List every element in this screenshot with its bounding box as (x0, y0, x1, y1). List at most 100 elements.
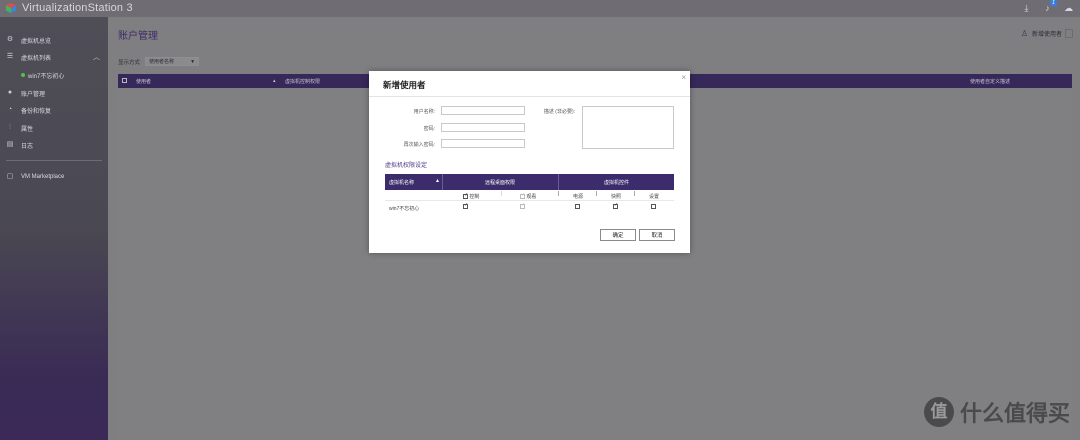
more-icon[interactable] (1065, 29, 1073, 38)
add-user-label: 新增使用者 (1031, 32, 1062, 38)
power-checkbox[interactable] (575, 204, 580, 210)
sub-header-settings: 设置 (649, 194, 660, 200)
permissions-table: 虚拟机名称 ▴ 远程桌面权限 虚拟机控件 控制 | 观看 | 电源 | 快照 |… (385, 174, 674, 213)
user-icon: ● (7, 89, 13, 96)
sidebar-item-vm-list[interactable]: ☰ 虚拟机列表 ︿ (0, 50, 108, 64)
username-label: 用户名称: (413, 109, 435, 115)
cloud-icon[interactable]: ☁ (1063, 3, 1074, 14)
vm-name-cell: win7不忘初心 (389, 206, 420, 212)
view-checkbox[interactable] (520, 202, 525, 210)
market-icon: ▢ (6, 173, 14, 180)
power-cell (575, 204, 580, 210)
grid-icon: ⚙ (6, 36, 14, 43)
column-permissions[interactable]: 虚拟机控制权限 (285, 78, 320, 85)
page-title: 账户管理 (118, 31, 158, 42)
column-remote-desktop: 远程桌面权限 (485, 180, 516, 186)
sidebar-item-label: 虚拟机列表 (21, 55, 52, 62)
vm-permissions-title: 虚拟机权限设定 (385, 163, 428, 169)
sub-header-view: 观看 (520, 192, 536, 200)
sidebar-item-label: VM Marketplace (21, 174, 65, 180)
watermark: 值 什么值得买 (923, 396, 1070, 428)
watermark-badge: 值 (923, 397, 954, 427)
sub-header-control: 控制 (463, 192, 479, 200)
sort-icon[interactable]: ▴ (436, 177, 439, 184)
sub-header-snapshot: 快照 (611, 194, 622, 200)
divider: | (596, 191, 598, 197)
select-all-checkbox[interactable] (122, 78, 127, 83)
column-user[interactable]: 使用者 (136, 78, 151, 85)
sidebar-divider (6, 160, 102, 161)
sidebar-item-marketplace[interactable]: ▢ VM Marketplace (0, 170, 108, 184)
username-input[interactable] (441, 106, 525, 115)
snapshot-cell (613, 202, 618, 210)
confirm-password-input[interactable] (441, 139, 525, 148)
status-dot-icon (21, 73, 25, 77)
sub-header-power: 电源 (573, 194, 584, 200)
sidebar-item-backup[interactable]: ◔ 备份和恢复 (0, 103, 108, 117)
display-mode-select[interactable]: 使用者名称 ▼ (145, 57, 200, 66)
cancel-button[interactable]: 取消 (639, 229, 675, 241)
ok-button[interactable]: 确定 (600, 229, 636, 241)
app-logo-icon (6, 3, 16, 13)
settings-cell (651, 204, 656, 210)
dialog-title: 新增使用者 (383, 80, 426, 90)
list-icon: ☰ (6, 53, 14, 60)
download-icon[interactable]: ⤓ (1021, 3, 1032, 14)
top-bar: VirtualizationStation 3 ⤓ ♪ 1 ☁ (0, 0, 1080, 17)
sidebar-item-properties[interactable]: ⫶ 属性 (0, 121, 108, 135)
log-icon: ▤ (6, 141, 14, 148)
add-user-dialog: 新增使用者 × 用户名称: 密码: 再次输入密码: 描述 (非必要): 虚拟机权… (369, 71, 690, 253)
password-label: 密码: (423, 126, 435, 132)
sidebar-item-label: 虚拟机总览 (21, 38, 52, 45)
header-divider (558, 174, 559, 190)
control-cell (463, 202, 468, 210)
control-checkbox[interactable] (463, 202, 468, 210)
sidebar-item-logs[interactable]: ▤ 日志 (0, 138, 108, 152)
permissions-header: 虚拟机名称 ▴ 远程桌面权限 虚拟机控件 (385, 174, 674, 190)
display-mode: 显示方式 使用者名称 ▼ (118, 57, 200, 66)
sidebar: ⚙ 虚拟机总览 ☰ 虚拟机列表 ︿ win7不忘初心 ● 账户管理 ◔ 备份和恢… (0, 17, 108, 440)
watermark-text: 什么值得买 (959, 401, 1070, 426)
backup-icon: ◔ (7, 106, 13, 113)
sidebar-item-label: win7不忘初心 (28, 73, 65, 80)
password-input[interactable] (441, 123, 525, 132)
column-vm-name[interactable]: 虚拟机名称 (389, 179, 414, 186)
caret-down-icon: ▼ (190, 58, 196, 65)
settings-checkbox[interactable] (651, 204, 656, 210)
column-description[interactable]: 使用者自定义描述 (970, 78, 1010, 85)
column-vm-control: 虚拟机控件 (604, 180, 630, 186)
description-textarea[interactable] (582, 106, 674, 149)
divider: | (634, 191, 636, 197)
top-icons: ⤓ ♪ 1 ☁ (1021, 0, 1074, 14)
sort-icon[interactable]: ▴ (273, 78, 276, 84)
sidebar-item-label: 账户管理 (21, 91, 46, 98)
dialog-divider (369, 96, 690, 97)
app-title: VirtualizationStation 3 (22, 2, 133, 14)
add-user-button[interactable]: ♙ 新增使用者 (1020, 29, 1073, 38)
divider: | (501, 191, 503, 197)
view-all-checkbox[interactable] (520, 192, 525, 200)
bell-icon[interactable]: ♪ 1 (1042, 0, 1057, 14)
view-cell (520, 202, 525, 210)
display-mode-label: 显示方式 (118, 59, 141, 66)
chevron-up-icon[interactable]: ︿ (93, 52, 100, 62)
permissions-subheader: 控制 | 观看 | 电源 | 快照 | 设置 (385, 190, 674, 201)
control-all-checkbox[interactable] (463, 192, 468, 200)
close-icon[interactable]: × (681, 73, 686, 82)
add-user-icon: ♙ (1020, 29, 1028, 38)
confirm-password-label: 再次输入密码: (403, 142, 435, 148)
notification-badge: 1 (1050, 0, 1057, 6)
sidebar-item-accounts[interactable]: ● 账户管理 (0, 86, 108, 100)
sidebar-item-label: 属性 (21, 126, 34, 133)
sidebar-item-overview[interactable]: ⚙ 虚拟机总览 (0, 33, 108, 47)
divider: | (558, 191, 560, 197)
sliders-icon: ⫶ (9, 124, 11, 131)
sidebar-item-win7[interactable]: win7不忘初心 (0, 68, 108, 82)
table-row: win7不忘初心 (385, 201, 674, 213)
sidebar-item-label: 备份和恢复 (21, 108, 52, 115)
sidebar-item-label: 日志 (21, 143, 34, 150)
display-mode-value: 使用者名称 (149, 59, 175, 65)
snapshot-checkbox[interactable] (613, 202, 618, 210)
header-divider (442, 174, 443, 190)
description-label: 描述 (非必要): (543, 109, 575, 115)
